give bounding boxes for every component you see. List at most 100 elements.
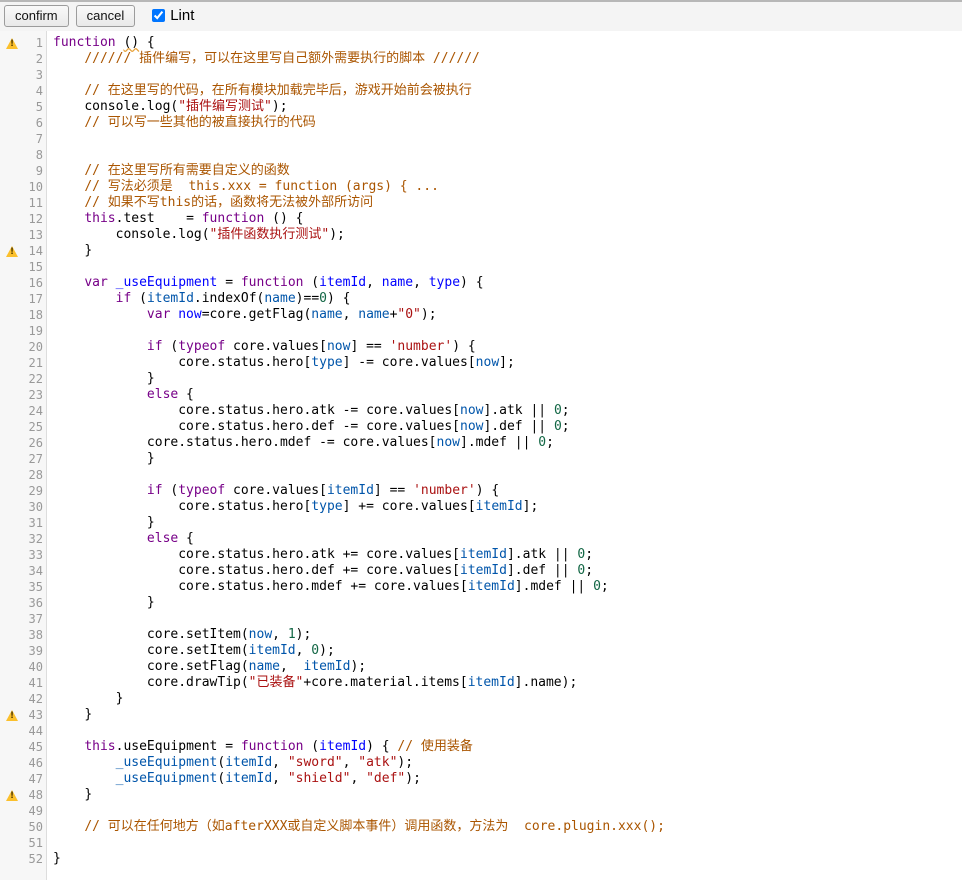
code-line[interactable]: 32 else {: [0, 531, 962, 547]
confirm-button[interactable]: confirm: [4, 5, 69, 27]
lint-checkbox[interactable]: [152, 9, 165, 22]
code-text: _useEquipment(itemId, "sword", "atk");: [44, 755, 413, 771]
code-line[interactable]: 15: [0, 259, 962, 275]
code-line[interactable]: 19: [0, 323, 962, 339]
code-line[interactable]: 18 var now=core.getFlag(name, name+"0");: [0, 307, 962, 323]
code-line[interactable]: 41 core.drawTip("已装备"+core.material.item…: [0, 675, 962, 691]
code-line[interactable]: 12 this.test = function () {: [0, 211, 962, 227]
code-line[interactable]: 33 core.status.hero.atk += core.values[i…: [0, 547, 962, 563]
code-line[interactable]: 42 }: [0, 691, 962, 707]
gutter-marker-space: [0, 355, 24, 371]
line-number: 31: [24, 515, 44, 531]
code-text: // 可以写一些其他的被直接执行的代码: [44, 115, 316, 131]
code-text: function () {: [44, 35, 155, 51]
code-text: [44, 835, 53, 851]
code-line[interactable]: 25 core.status.hero.def -= core.values[n…: [0, 419, 962, 435]
line-number: 37: [24, 611, 44, 627]
code-line[interactable]: 50 // 可以在任何地方（如afterXXX或自定义脚本事件）调用函数，方法为…: [0, 819, 962, 835]
code-line[interactable]: 5 console.log("插件编写测试");: [0, 99, 962, 115]
line-number: 4: [24, 83, 44, 99]
code-line[interactable]: !43 }: [0, 707, 962, 723]
code-line[interactable]: 24 core.status.hero.atk -= core.values[n…: [0, 403, 962, 419]
code-line[interactable]: 45 this.useEquipment = function (itemId)…: [0, 739, 962, 755]
code-line[interactable]: 28: [0, 467, 962, 483]
code-line[interactable]: 2 ////// 插件编写，可以在这里写自己额外需要执行的脚本 //////: [0, 51, 962, 67]
gutter-marker-space: [0, 499, 24, 515]
code-text: console.log("插件编写测试");: [44, 99, 288, 115]
gutter-marker-space: [0, 547, 24, 563]
code-line[interactable]: 38 core.setItem(now, 1);: [0, 627, 962, 643]
code-line[interactable]: 31 }: [0, 515, 962, 531]
cancel-button[interactable]: cancel: [76, 5, 136, 27]
code-text: [44, 131, 53, 147]
code-line[interactable]: 8: [0, 147, 962, 163]
code-line[interactable]: !48 }: [0, 787, 962, 803]
code-text: core.status.hero[type] += core.values[it…: [44, 499, 538, 515]
gutter-marker-space: [0, 131, 24, 147]
line-number: 32: [24, 531, 44, 547]
line-number: 48: [24, 787, 44, 803]
lint-warning-icon: !: [0, 707, 24, 723]
code-line[interactable]: 29 if (typeof core.values[itemId] == 'nu…: [0, 483, 962, 499]
code-text: }: [44, 787, 92, 803]
code-line[interactable]: 26 core.status.hero.mdef -= core.values[…: [0, 435, 962, 451]
line-number: 49: [24, 803, 44, 819]
code-line[interactable]: 35 core.status.hero.mdef += core.values[…: [0, 579, 962, 595]
line-number: 10: [24, 179, 44, 195]
code-editor[interactable]: !1function () {2 ////// 插件编写，可以在这里写自己额外需…: [0, 31, 962, 880]
code-text: }: [44, 691, 123, 707]
code-line[interactable]: 37: [0, 611, 962, 627]
code-text: [44, 323, 53, 339]
line-number: 23: [24, 387, 44, 403]
gutter-marker-space: [0, 819, 24, 835]
code-line[interactable]: 40 core.setFlag(name, itemId);: [0, 659, 962, 675]
code-line[interactable]: 4 // 在这里写的代码，在所有模块加载完毕后，游戏开始前会被执行: [0, 83, 962, 99]
code-line[interactable]: 9 // 在这里写所有需要自定义的函数: [0, 163, 962, 179]
code-line[interactable]: 22 }: [0, 371, 962, 387]
code-line[interactable]: 6 // 可以写一些其他的被直接执行的代码: [0, 115, 962, 131]
gutter-marker-space: [0, 467, 24, 483]
code-line[interactable]: 34 core.status.hero.def += core.values[i…: [0, 563, 962, 579]
warning-triangle-icon: !: [6, 38, 18, 49]
code-text: _useEquipment(itemId, "shield", "def");: [44, 771, 421, 787]
code-line[interactable]: 11 // 如果不写this的话，函数将无法被外部所访问: [0, 195, 962, 211]
gutter-marker-space: [0, 755, 24, 771]
line-number: 27: [24, 451, 44, 467]
code-line[interactable]: 3: [0, 67, 962, 83]
code-line[interactable]: !14 }: [0, 243, 962, 259]
code-line[interactable]: 39 core.setItem(itemId, 0);: [0, 643, 962, 659]
code-line[interactable]: 13 console.log("插件函数执行测试");: [0, 227, 962, 243]
code-line[interactable]: 27 }: [0, 451, 962, 467]
code-text: core.status.hero[type] -= core.values[no…: [44, 355, 515, 371]
code-line[interactable]: 23 else {: [0, 387, 962, 403]
code-line[interactable]: 30 core.status.hero[type] += core.values…: [0, 499, 962, 515]
code-text: if (itemId.indexOf(name)==0) {: [44, 291, 350, 307]
gutter-marker-space: [0, 675, 24, 691]
line-number: 7: [24, 131, 44, 147]
code-line[interactable]: 49: [0, 803, 962, 819]
line-number: 17: [24, 291, 44, 307]
code-line[interactable]: 46 _useEquipment(itemId, "sword", "atk")…: [0, 755, 962, 771]
line-number: 20: [24, 339, 44, 355]
code-line[interactable]: 21 core.status.hero[type] -= core.values…: [0, 355, 962, 371]
line-number: 46: [24, 755, 44, 771]
line-number: 19: [24, 323, 44, 339]
code-line[interactable]: 44: [0, 723, 962, 739]
code-line[interactable]: 7: [0, 131, 962, 147]
gutter-marker-space: [0, 627, 24, 643]
gutter-marker-space: [0, 307, 24, 323]
code-line[interactable]: 10 // 写法必须是 this.xxx = function (args) {…: [0, 179, 962, 195]
code-line[interactable]: 17 if (itemId.indexOf(name)==0) {: [0, 291, 962, 307]
code-line[interactable]: 47 _useEquipment(itemId, "shield", "def"…: [0, 771, 962, 787]
gutter-marker-space: [0, 691, 24, 707]
code-line[interactable]: 51: [0, 835, 962, 851]
code-line[interactable]: 36 }: [0, 595, 962, 611]
code-line[interactable]: 52}: [0, 851, 962, 867]
line-number: 9: [24, 163, 44, 179]
lint-toggle: Lint: [152, 7, 194, 24]
line-number: 39: [24, 643, 44, 659]
code-line[interactable]: 20 if (typeof core.values[now] == 'numbe…: [0, 339, 962, 355]
line-number: 12: [24, 211, 44, 227]
code-line[interactable]: 16 var _useEquipment = function (itemId,…: [0, 275, 962, 291]
code-line[interactable]: !1function () {: [0, 35, 962, 51]
